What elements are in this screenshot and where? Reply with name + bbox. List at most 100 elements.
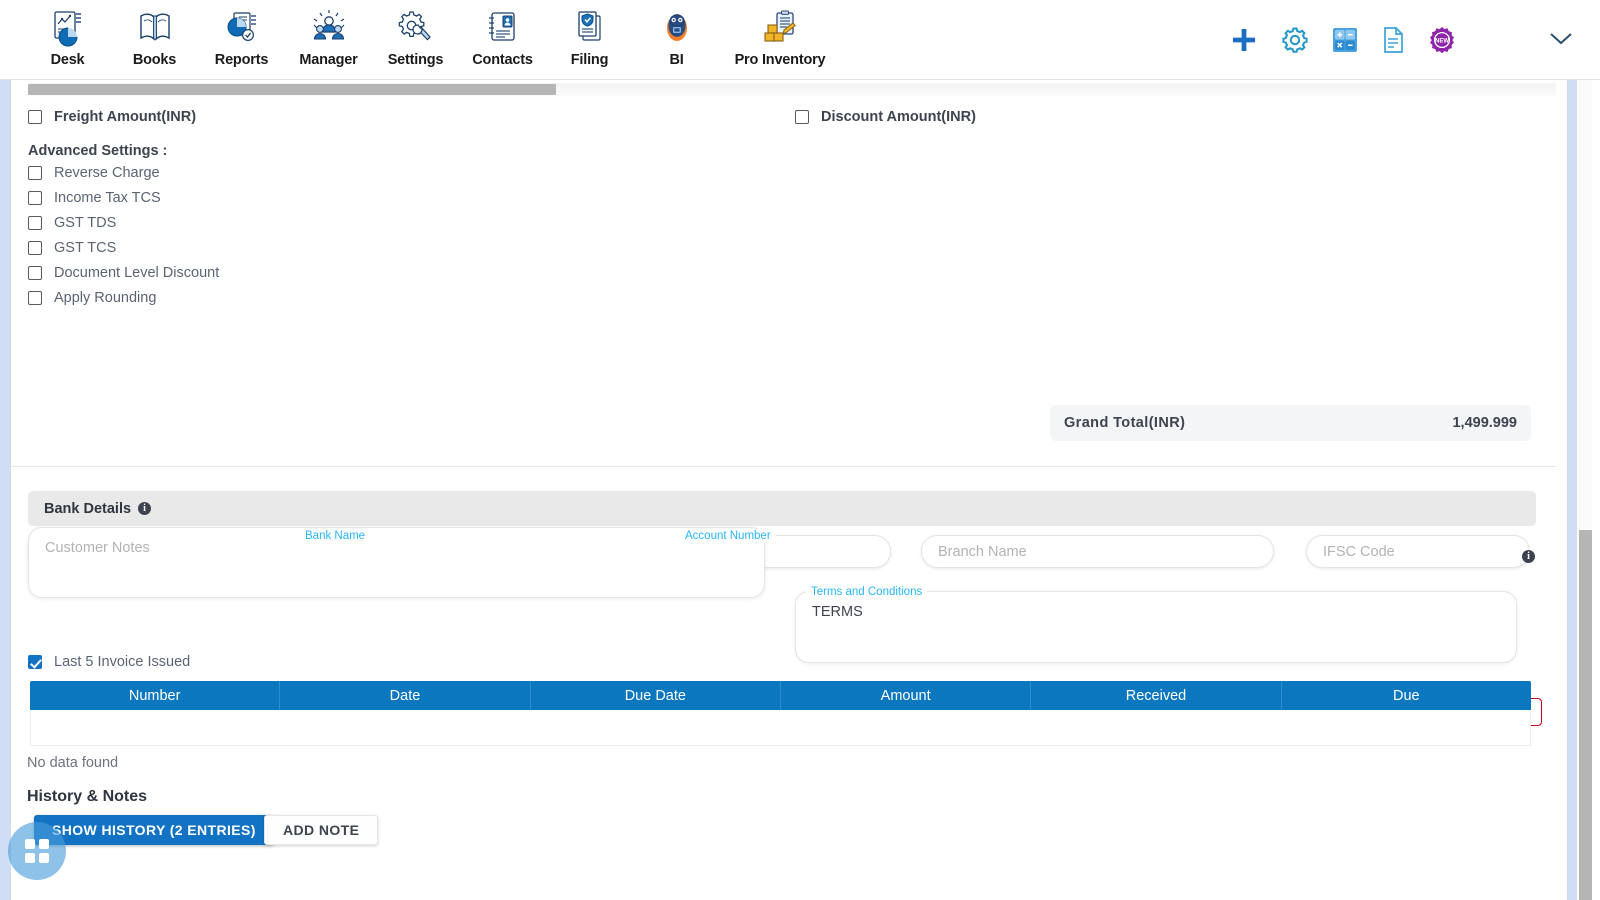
top-toolbar: Desk Books Reports Manager Settings Cont…	[0, 0, 1600, 80]
team-manager-icon	[309, 6, 349, 50]
history-notes-title: History & Notes	[27, 788, 148, 805]
bank-name-label: Bank Name	[300, 529, 371, 543]
last-5-invoice-toggle-row[interactable]: Last 5 Invoice Issued	[28, 654, 190, 670]
nav-item-pro-inventory[interactable]: Pro Inventory	[720, 0, 840, 68]
customer-notes-textarea[interactable]: Customer Notes	[28, 527, 765, 598]
new-badge-icon[interactable]: NEW	[1428, 26, 1456, 54]
nav-item-settings[interactable]: Settings	[372, 0, 459, 68]
vertical-scrollbar-thumb[interactable]	[1579, 530, 1592, 900]
nav-item-filing[interactable]: Filing	[546, 0, 633, 68]
add-note-button-label: ADD NOTE	[283, 822, 360, 838]
branch-name-input[interactable]: Branch Name	[921, 535, 1274, 568]
chevron-down-icon[interactable]	[1548, 30, 1574, 51]
terms-and-conditions-value: TERMS	[812, 604, 863, 620]
bank-details-header: Bank Details i	[28, 491, 1536, 526]
column-header-date[interactable]: Date	[280, 681, 531, 710]
bi-robot-icon	[657, 6, 697, 50]
gst-tds-label: GST TDS	[54, 214, 117, 231]
nav-item-books[interactable]: Books	[111, 0, 198, 68]
nav-label-reports: Reports	[214, 52, 269, 68]
terms-and-conditions-label: Terms and Conditions	[806, 585, 928, 599]
bottom-white-area	[11, 862, 1556, 900]
terms-info-icon[interactable]: i	[1522, 550, 1535, 563]
discount-amount-row[interactable]: Discount Amount(INR)	[795, 104, 976, 129]
left-accent-strip	[0, 80, 11, 900]
horizontal-scrollbar[interactable]	[28, 83, 1556, 96]
column-header-received[interactable]: Received	[1031, 681, 1282, 710]
column-header-due[interactable]: Due	[1282, 681, 1531, 710]
gear-wrench-icon	[396, 6, 436, 50]
column-header-amount[interactable]: Amount	[781, 681, 1032, 710]
open-book-icon	[135, 6, 175, 50]
freight-amount-row[interactable]: Freight Amount(INR)	[28, 104, 196, 129]
gst-tcs-label: GST TCS	[54, 239, 117, 256]
pro-inventory-clipboard-boxes-icon	[760, 6, 800, 50]
nav-label-pro-inventory: Pro Inventory	[734, 52, 826, 68]
advanced-settings-title: Advanced Settings :	[28, 143, 168, 159]
table-body-empty	[30, 710, 1531, 746]
calculator-icon[interactable]	[1332, 27, 1358, 53]
ifsc-code-input[interactable]: IFSC Code	[1306, 535, 1530, 568]
income-tax-tcs-checkbox[interactable]	[28, 190, 42, 205]
nav-label-desk: Desk	[50, 52, 85, 68]
grand-total-label: Grand Total(INR)	[1064, 415, 1186, 431]
grand-total-value: 1,499.999	[1452, 415, 1517, 431]
ifsc-code-placeholder: IFSC Code	[1323, 543, 1395, 560]
freight-amount-label: Freight Amount(INR)	[54, 108, 197, 125]
nav-label-books: Books	[132, 52, 177, 68]
apply-rounding-label: Apply Rounding	[54, 289, 157, 306]
setting-row-apply-rounding[interactable]: Apply Rounding	[28, 285, 156, 310]
desk-chart-document-icon	[48, 6, 88, 50]
vertical-scrollbar[interactable]	[1578, 80, 1592, 900]
table-header-row: Number Date Due Date Amount Received Due	[30, 681, 1531, 710]
nav-item-desk[interactable]: Desk	[24, 0, 111, 68]
svg-text:NEW: NEW	[1435, 38, 1449, 44]
setting-row-reverse-charge[interactable]: Reverse Charge	[28, 160, 160, 185]
show-history-button[interactable]: SHOW HISTORY (2 ENTRIES)	[34, 815, 274, 845]
reverse-charge-label: Reverse Charge	[54, 164, 160, 181]
nav-item-manager[interactable]: Manager	[285, 0, 372, 68]
setting-row-gst-tcs[interactable]: GST TCS	[28, 235, 116, 260]
grand-total-box: Grand Total(INR) 1,499.999	[1050, 405, 1531, 441]
nav-item-bi[interactable]: BI	[633, 0, 720, 68]
gear-icon[interactable]	[1280, 25, 1310, 55]
info-icon[interactable]: i	[138, 502, 152, 515]
setting-row-gst-tds[interactable]: GST TDS	[28, 210, 116, 235]
bank-details-title: Bank Details	[44, 500, 132, 517]
document-icon[interactable]	[1380, 26, 1406, 54]
column-header-number[interactable]: Number	[30, 681, 281, 710]
nav-item-contacts[interactable]: Contacts	[459, 0, 546, 68]
nav-label-contacts: Contacts	[472, 52, 533, 68]
discount-amount-checkbox[interactable]	[795, 109, 809, 124]
section-divider	[11, 466, 1556, 467]
grid-apps-icon[interactable]	[8, 822, 66, 880]
invoice-form-panel: Freight Amount(INR) Discount Amount(INR)…	[11, 80, 1567, 900]
module-nav: Desk Books Reports Manager Settings Cont…	[0, 0, 840, 68]
add-note-button[interactable]: ADD NOTE	[264, 815, 379, 845]
last-5-invoice-checkbox[interactable]	[28, 655, 42, 669]
terms-and-conditions-textarea[interactable]: TERMS	[795, 591, 1517, 663]
no-data-message: No data found	[27, 755, 119, 771]
setting-row-income-tax-tcs[interactable]: Income Tax TCS	[28, 185, 161, 210]
document-level-discount-checkbox[interactable]	[28, 265, 42, 280]
nav-label-settings: Settings	[387, 52, 444, 68]
gst-tcs-checkbox[interactable]	[28, 240, 42, 255]
setting-row-document-level-discount[interactable]: Document Level Discount	[28, 260, 219, 285]
plus-icon[interactable]	[1230, 26, 1258, 54]
column-header-due-date[interactable]: Due Date	[531, 681, 781, 710]
account-number-label: Account Number	[680, 529, 776, 543]
last-5-invoice-table: Number Date Due Date Amount Received Due	[30, 681, 1531, 746]
reverse-charge-checkbox[interactable]	[28, 165, 42, 180]
show-history-button-label: SHOW HISTORY (2 ENTRIES)	[52, 822, 256, 838]
application-window: Desk Books Reports Manager Settings Cont…	[0, 0, 1600, 900]
nav-item-reports[interactable]: Reports	[198, 0, 285, 68]
freight-amount-checkbox[interactable]	[28, 109, 42, 124]
horizontal-scrollbar-thumb[interactable]	[28, 84, 556, 95]
filing-shield-document-icon	[570, 6, 610, 50]
gst-tds-checkbox[interactable]	[28, 215, 42, 230]
customer-notes-placeholder: Customer Notes	[45, 540, 150, 556]
contacts-book-icon	[483, 6, 523, 50]
apply-rounding-checkbox[interactable]	[28, 290, 42, 305]
document-level-discount-label: Document Level Discount	[54, 264, 220, 281]
discount-amount-label: Discount Amount(INR)	[821, 108, 976, 125]
